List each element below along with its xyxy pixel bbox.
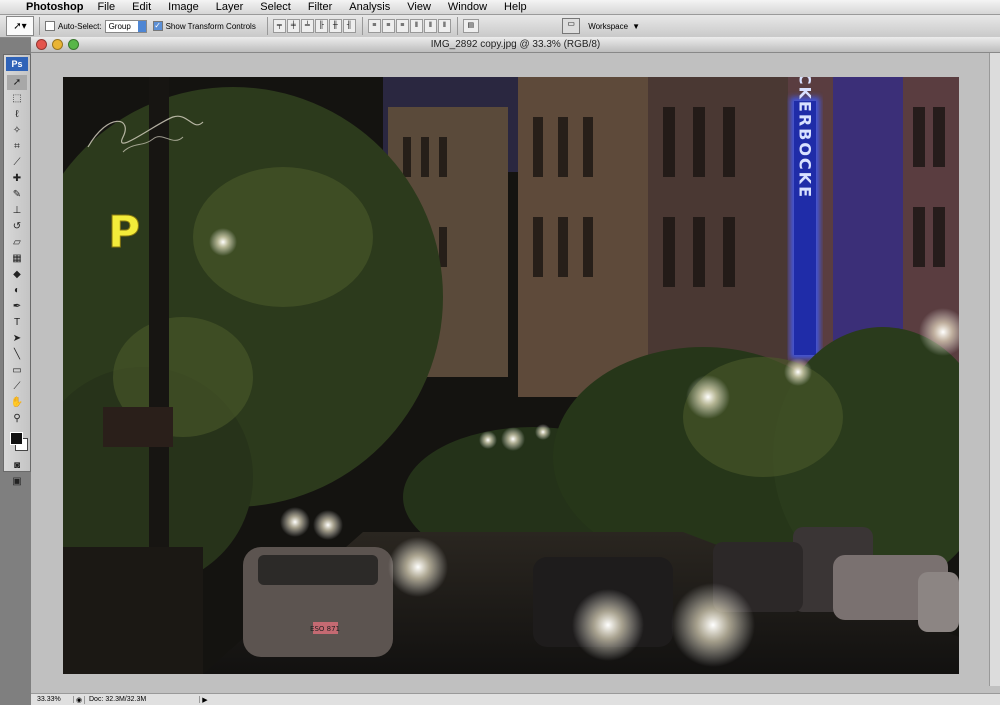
license-plate-text: ESO 871 (310, 625, 340, 633)
align-left-icon[interactable]: ╟ (314, 19, 328, 33)
transform-controls-checkbox[interactable]: ✓ (152, 21, 163, 31)
move-tool-icon: ➚▾ (13, 20, 27, 32)
notes-tool-icon[interactable]: ▭ (7, 363, 27, 378)
menu-filter[interactable]: Filter (308, 1, 332, 13)
pen-tool-icon[interactable]: ✒ (7, 299, 27, 314)
slice-tool-icon[interactable]: ⟋ (7, 155, 27, 170)
zoom-tool-icon[interactable]: ⚲ (7, 411, 27, 426)
status-menu-arrow-icon[interactable]: ▶ (200, 696, 210, 704)
align-hcenter-icon[interactable]: ╫ (328, 19, 342, 33)
menu-help[interactable]: Help (504, 1, 527, 13)
path-selection-tool-icon[interactable]: ➤ (7, 331, 27, 346)
menu-edit[interactable]: Edit (132, 1, 151, 13)
history-brush-tool-icon[interactable]: ↺ (7, 219, 27, 234)
type-tool-icon[interactable]: T (7, 315, 27, 330)
align-buttons: ╤ ╪ ╧ ╟ ╫ ╢ (272, 19, 357, 33)
document-title: IMG_2892 copy.jpg @ 33.3% (RGB/8) (430, 39, 601, 50)
options-bar: ➚▾ Auto-Select: Group ✓ Show Transform C… (0, 15, 1000, 38)
distribute-left-icon[interactable]: ⦀ (409, 19, 423, 33)
auto-select-option[interactable]: Auto-Select: Group (45, 19, 147, 33)
transform-controls-label: Show Transform Controls (165, 21, 256, 31)
menu-view[interactable]: View (407, 1, 431, 13)
eraser-tool-icon[interactable]: ▱ (7, 235, 27, 250)
dodge-tool-icon[interactable]: ◐ (7, 283, 27, 298)
workspace-menu[interactable]: Workspace (588, 22, 628, 31)
quick-mask-icon[interactable]: ◙ (7, 458, 27, 473)
auto-align-icon[interactable]: ▤ (462, 19, 479, 33)
line-tool-icon[interactable]: ╲ (7, 347, 27, 362)
auto-select-checkbox[interactable] (45, 21, 55, 31)
toolbox: Ps ➚ ⬚ ℓ ✧ ⌗ ⟋ ✚ ✎ ⊥ ↺ ▱ ▦ ◆ ◐ ✒ T ➤ ╲ ▭… (3, 54, 31, 487)
menu-select[interactable]: Select (260, 1, 291, 13)
document-window: IMG_2892 copy.jpg @ 33.3% (RGB/8) KNICKE… (31, 37, 1000, 705)
menu-image[interactable]: Image (168, 1, 199, 13)
separator (456, 17, 458, 35)
menu-window[interactable]: Window (448, 1, 487, 13)
gradient-tool-icon[interactable]: ▦ (7, 251, 27, 266)
screen-mode-icon[interactable]: ▣ (7, 474, 27, 489)
photo-image: KNICKERBOCKE P ESO 871 (63, 77, 959, 674)
menu-file[interactable]: File (97, 1, 115, 13)
align-bottom-icon[interactable]: ╧ (300, 19, 314, 33)
distribute-buttons: ≡ ≡ ≡ ⦀ ⦀ ⦀ (367, 19, 452, 33)
separator (361, 17, 363, 35)
brush-tool-icon[interactable]: ✎ (7, 187, 27, 202)
workspace-area: ▭ Workspace ▼ (562, 18, 640, 34)
eyedropper-tool-icon[interactable]: ⟋ (7, 379, 27, 394)
distribute-hcenter-icon[interactable]: ⦀ (423, 19, 437, 33)
lasso-tool-icon[interactable]: ℓ (7, 107, 27, 122)
color-swatches[interactable] (7, 429, 28, 455)
marquee-tool-icon[interactable]: ⬚ (7, 91, 27, 106)
foreground-color-swatch[interactable] (10, 432, 23, 445)
clone-stamp-tool-icon[interactable]: ⊥ (7, 203, 27, 218)
neon-sign-text: KNICKERBOCKE (796, 77, 815, 199)
status-info-icon[interactable]: ◉ (74, 695, 85, 704)
align-vcenter-icon[interactable]: ╪ (286, 19, 300, 33)
healing-brush-tool-icon[interactable]: ✚ (7, 171, 27, 186)
transform-controls-option[interactable]: ✓ Show Transform Controls (152, 21, 256, 31)
crop-tool-icon[interactable]: ⌗ (7, 139, 27, 154)
parking-sign-text: P (108, 207, 140, 258)
move-tool-icon[interactable]: ➚ (7, 75, 27, 90)
doc-size: Doc: 32.3M/32.3M (85, 696, 200, 703)
vertical-scrollbar[interactable] (989, 53, 1000, 686)
document-titlebar: IMG_2892 copy.jpg @ 33.3% (RGB/8) (31, 37, 1000, 53)
magic-wand-tool-icon[interactable]: ✧ (7, 123, 27, 138)
align-right-icon[interactable]: ╢ (342, 19, 356, 33)
chevron-down-icon[interactable]: ▼ (632, 22, 640, 31)
blur-tool-icon[interactable]: ◆ (7, 267, 27, 282)
menu-app-name[interactable]: Photoshop (26, 1, 83, 13)
align-top-icon[interactable]: ╤ (272, 19, 286, 33)
status-bar: 33.33% ◉ Doc: 32.3M/32.3M ▶ (31, 693, 1000, 705)
separator (266, 17, 268, 35)
ps-badge[interactable]: Ps (6, 57, 28, 71)
distribute-top-icon[interactable]: ≡ (367, 19, 381, 33)
auto-select-dropdown[interactable]: Group (104, 19, 147, 33)
separator (39, 17, 40, 35)
distribute-right-icon[interactable]: ⦀ (437, 19, 451, 33)
image-canvas[interactable]: KNICKERBOCKE P ESO 871 (63, 77, 959, 674)
bridge-icon[interactable]: ▭ (562, 18, 581, 34)
hand-tool-icon[interactable]: ✋ (7, 395, 27, 410)
menu-layer[interactable]: Layer (216, 1, 244, 13)
menu-analysis[interactable]: Analysis (349, 1, 390, 13)
menu-bar: Photoshop File Edit Image Layer Select F… (0, 0, 1000, 15)
zoom-level[interactable]: 33.33% (31, 696, 74, 703)
distribute-bottom-icon[interactable]: ≡ (395, 19, 409, 33)
tool-preset-picker[interactable]: ➚▾ (6, 16, 34, 36)
auto-select-label: Auto-Select: (58, 21, 102, 31)
distribute-vcenter-icon[interactable]: ≡ (381, 19, 395, 33)
